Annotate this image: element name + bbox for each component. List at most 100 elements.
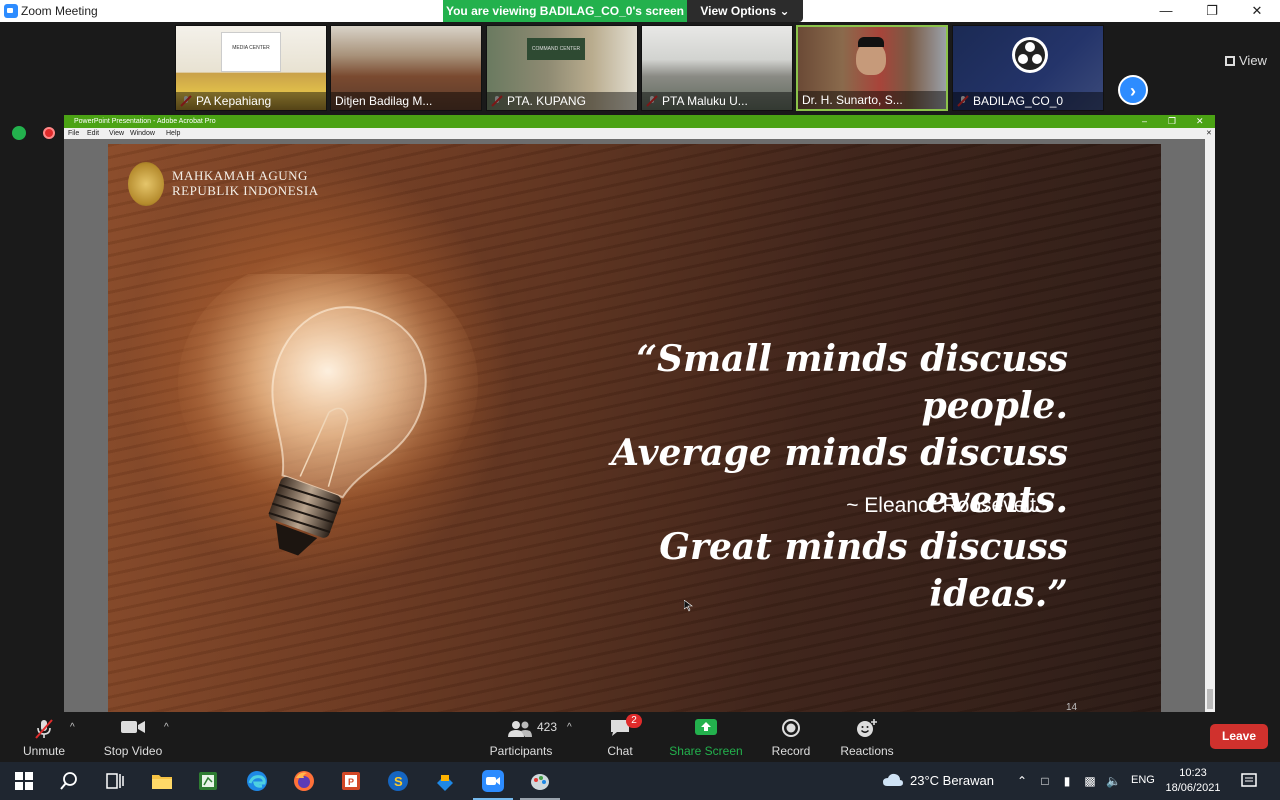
participant-video[interactable]: BADILAG_CO_0 <box>952 25 1104 111</box>
sync-app-icon[interactable]: S <box>386 769 410 793</box>
participant-video[interactable]: COMMAND CENTER PTA. KUPANG <box>486 25 638 111</box>
language-indicator[interactable]: ENG <box>1131 774 1155 786</box>
acrobat-menu-help: Help <box>166 130 181 137</box>
weather-text[interactable]: 23°C Berawan <box>910 773 994 788</box>
quote-line3: Great minds discuss ideas.” <box>659 526 1068 615</box>
acrobat-doc-close-icon: ✕ <box>1206 130 1212 137</box>
participants-button[interactable]: 423 Participants <box>486 712 558 762</box>
task-view-icon[interactable] <box>103 769 127 793</box>
participant-video-active-speaker[interactable]: Dr. H. Sunarto, S... <box>796 25 948 111</box>
share-screen-button[interactable]: Share Screen <box>668 712 744 762</box>
record-button[interactable]: Record <box>768 712 814 762</box>
mouse-cursor-icon <box>684 600 693 612</box>
slide-org-line1: MAHKAMAH AGUNG <box>172 168 308 183</box>
chat-label: Chat <box>607 744 633 758</box>
recording-indicator-icon <box>43 127 55 139</box>
chevron-up-icon[interactable]: ⌃ <box>1015 774 1029 788</box>
acrobat-close-icon: ✕ <box>1196 116 1204 126</box>
participants-icon <box>508 721 532 737</box>
acrobat-window-title: PowerPoint Presentation - Adobe Acrobat … <box>74 118 216 125</box>
participant-video[interactable]: Ditjen Badilag M... <box>330 25 482 111</box>
view-options-button[interactable]: View Options ⌄ <box>687 0 803 22</box>
participant-name: PA Kepahiang <box>176 92 326 110</box>
microphone-muted-icon <box>35 719 53 739</box>
firefox-browser-icon[interactable] <box>292 769 316 793</box>
record-icon <box>782 719 800 737</box>
leave-meeting-button[interactable]: Leave <box>1210 724 1268 749</box>
gallery-view-icon <box>1225 56 1235 66</box>
battery-icon[interactable]: ▮ <box>1060 774 1074 788</box>
slide-organization: MAHKAMAH AGUNG REPUBLIK INDONESIA <box>172 168 319 198</box>
acrobat-menu-window: Window <box>130 130 155 137</box>
obs-logo-icon <box>1012 37 1048 73</box>
unmute-button[interactable]: Unmute <box>14 712 74 762</box>
network-icon[interactable]: ▩ <box>1083 774 1097 788</box>
acrobat-restore-icon: ❐ <box>1168 116 1177 126</box>
window-title: Zoom Meeting <box>21 4 98 18</box>
quote-line1: “Small minds discuss people. <box>636 338 1068 427</box>
acrobat-menu-view: View <box>109 130 125 137</box>
powerpoint-app-icon[interactable]: P <box>339 769 363 793</box>
security-shield-icon[interactable] <box>12 126 26 140</box>
participant-strip: MEDIA CENTER PA Kepahiang Ditjen Badilag… <box>0 22 1280 114</box>
next-page-arrow-icon[interactable]: › <box>1118 75 1148 105</box>
reactions-smiley-icon <box>857 719 877 737</box>
reactions-label: Reactions <box>840 744 894 758</box>
viewing-banner: You are viewing BADILAG_CO_0's screen <box>443 0 687 22</box>
acrobat-menu-bar: File Edit View Window Help ✕ <box>64 128 1215 139</box>
participants-count: 423 <box>537 720 558 734</box>
meeting-toolbar: Unmute ^ Stop Video ^ 423 Participants ^… <box>0 712 1280 762</box>
zoom-app-icon <box>4 4 18 18</box>
presentation-slide: MAHKAMAH AGUNG REPUBLIK INDONESIA “Small… <box>108 144 1161 712</box>
shared-screen: PowerPoint Presentation - Adobe Acrobat … <box>64 115 1215 712</box>
audio-options-caret-icon[interactable]: ^ <box>70 722 75 733</box>
phone-link-icon[interactable]: □ <box>1038 774 1052 788</box>
acrobat-scrollbar <box>1205 139 1215 712</box>
volume-icon[interactable]: 🔈 <box>1106 774 1121 788</box>
stop-video-button[interactable]: Stop Video <box>100 712 166 762</box>
restore-button[interactable]: ❐ <box>1189 0 1235 22</box>
participant-video[interactable]: MEDIA CENTER PA Kepahiang <box>175 25 327 111</box>
video-camera-icon <box>121 721 145 733</box>
paint-app-icon[interactable] <box>528 769 552 793</box>
share-screen-icon <box>695 719 717 735</box>
participants-label: Participants <box>489 744 553 758</box>
mahkamah-agung-emblem-icon <box>128 162 164 206</box>
participant-name: PTA. KUPANG <box>487 92 637 110</box>
participants-caret-icon[interactable]: ^ <box>567 722 572 733</box>
acrobat-minimize-icon: – <box>1142 116 1148 126</box>
record-label: Record <box>771 744 811 758</box>
view-button[interactable]: View <box>1225 53 1267 68</box>
view-options-label: View Options <box>700 4 777 18</box>
participant-name: PTA Maluku U... <box>642 92 792 110</box>
acrobat-title-bar: PowerPoint Presentation - Adobe Acrobat … <box>64 115 1215 128</box>
chevron-down-icon: ⌄ <box>779 4 790 18</box>
participant-name: Ditjen Badilag M... <box>331 92 481 110</box>
chat-button[interactable]: 2 Chat <box>600 712 642 762</box>
video-options-caret-icon[interactable]: ^ <box>164 722 169 733</box>
slide-page-number: 14 <box>1066 702 1078 712</box>
stop-video-label: Stop Video <box>103 744 163 758</box>
slide-quote: “Small minds discuss people. Average min… <box>528 336 1068 618</box>
quote-author: ~ Eleanor Roosevelt ~ <box>846 494 1054 517</box>
windows-taskbar: P S 23°C Berawan ⌃ □ ▮ ▩ 🔈 ENG 10:23 18/… <box>0 762 1280 800</box>
clock-date: 18/06/2021 <box>1165 782 1221 794</box>
svg-text:S: S <box>394 774 403 789</box>
participant-video[interactable]: PTA Maluku U... <box>641 25 793 111</box>
share-screen-label: Share Screen <box>669 744 743 758</box>
zoom-app-taskbar-icon[interactable] <box>481 769 505 793</box>
document-app-icon[interactable] <box>433 769 457 793</box>
cloud-weather-icon <box>883 773 903 786</box>
system-clock[interactable]: 10:23 18/06/2021 <box>1162 766 1224 796</box>
participant-name: BADILAG_CO_0 <box>953 92 1103 110</box>
close-button[interactable]: ✕ <box>1234 0 1280 22</box>
reactions-button[interactable]: Reactions <box>838 712 896 762</box>
search-icon[interactable] <box>57 769 81 793</box>
minimize-button[interactable]: — <box>1143 0 1189 22</box>
edge-browser-icon[interactable] <box>245 769 269 793</box>
file-explorer-icon[interactable] <box>150 769 174 793</box>
spreadsheet-app-icon[interactable] <box>196 769 220 793</box>
windows-start-icon[interactable] <box>12 769 36 793</box>
acrobat-menu-edit: Edit <box>87 130 100 137</box>
notification-center-icon[interactable] <box>1240 772 1258 790</box>
